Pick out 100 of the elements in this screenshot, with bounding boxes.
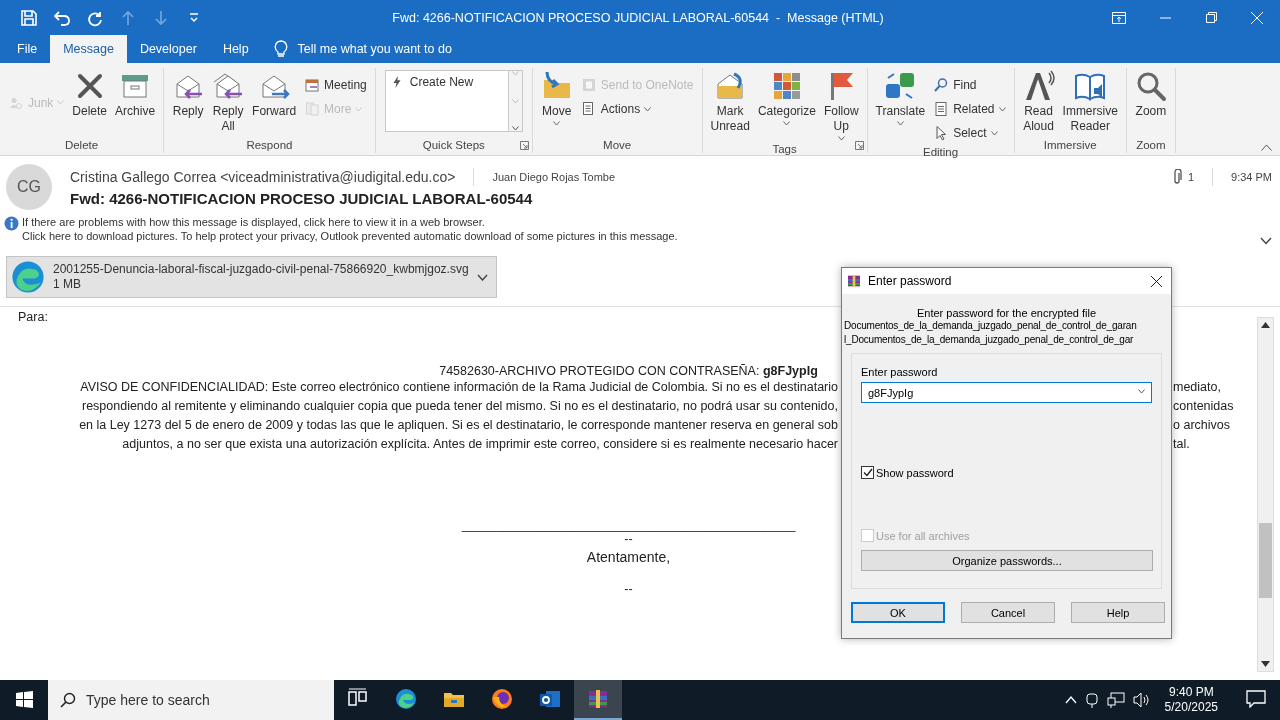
subject: Fwd: 4266-NOTIFICACION PROCESO JUDICIAL LABORAL-60544 (70, 190, 534, 209)
ribbon-button[interactable]: Delete (69, 68, 111, 137)
ribbon-button[interactable]: Mark Unread (707, 68, 753, 141)
ribbon-button[interactable]: Related (930, 98, 1009, 120)
ribbon-button[interactable]: Categorize (754, 68, 819, 141)
attachment-name: 2001255-Denuncia-laboral-fiscal-juzgado-civil-penal-75866920_kwbmjgoz.svg (53, 262, 469, 277)
ribbon-button[interactable]: Forward (249, 68, 300, 137)
ribbon-button[interactable]: Select (930, 122, 1009, 144)
scrollbar[interactable] (1257, 317, 1274, 672)
notice-text: contenidas (1173, 398, 1234, 415)
notice-text: tal. (1173, 436, 1190, 453)
caret-up-icon (1064, 696, 1077, 704)
notice-text: respondiendo al remitente y eliminando cualquier copia que pueda tener del mismo. Si no es el destinatario, no podrá usar su contenido, (81, 398, 838, 415)
organize-passwords-button[interactable]: Organize passwords... (861, 550, 1153, 571)
ribbon-button[interactable]: Follow Up (820, 68, 862, 141)
clock-date[interactable]: 5/20/2025 (1164, 700, 1218, 715)
search-field[interactable]: Type here to search (48, 680, 334, 720)
ribbon-button[interactable]: Read Aloud (1019, 68, 1058, 137)
archive-app-icon (586, 687, 610, 711)
password-note: 74582630-ARCHIVO PROTEGIDO CON CONTRASEÑA: g8FJypIg (439, 364, 818, 378)
dialog-message: Enter password for the encrypted file (915, 307, 1098, 319)
password-field[interactable]: g8FJypIg (861, 382, 1152, 403)
ribbon-tab[interactable]: Developer (126, 35, 210, 63)
quick-step-item[interactable]: Create New (389, 75, 474, 89)
browser-icon (490, 687, 514, 711)
ribbon-button[interactable]: Reply (169, 68, 208, 137)
dialog-button[interactable]: Cancel (961, 602, 1055, 623)
network-icon (1106, 692, 1125, 708)
group-label: Immersive (1042, 138, 1098, 153)
field-label: Enter password (861, 366, 939, 378)
document-icon (933, 101, 950, 117)
search-icon (933, 77, 950, 93)
chevron-down-icon (476, 273, 488, 281)
caret-icon (837, 136, 845, 141)
caret-icon (553, 121, 561, 126)
caret-icon (57, 100, 65, 105)
ribbon-button[interactable]: Find (930, 74, 1009, 96)
attachment-card[interactable]: 2001255-Denuncia-laboral-fiscal-juzgado-civil-penal-75866920_kwbmjgoz.svg 1 MB (6, 256, 497, 298)
group-label: Zoom (1135, 138, 1167, 153)
tell-me-field[interactable]: Tell me what you want to do (297, 42, 452, 56)
paperclip-icon (1171, 169, 1182, 185)
clock-time[interactable]: 9:40 PM (1168, 685, 1214, 700)
avatar: CG (6, 164, 52, 210)
group-label: Tags (771, 142, 798, 157)
scroll-down-icon (1261, 661, 1270, 667)
ribbon-button[interactable]: Actions (577, 98, 697, 120)
caret-icon (511, 126, 519, 131)
documents-icon (304, 101, 321, 117)
signature-text: ________________________________________________ (461, 518, 796, 532)
ribbon-button[interactable]: Move (537, 68, 576, 137)
checkbox[interactable]: Show password (861, 466, 1152, 479)
scroll-up-icon (1261, 322, 1270, 328)
dialog-button[interactable]: OK (851, 602, 945, 623)
save-icon (18, 7, 39, 28)
restore-icon (1205, 12, 1217, 23)
caret-icon (896, 121, 904, 126)
recipient: Juan Diego Rojas Tombe (492, 171, 616, 183)
volume-icon (1132, 692, 1151, 708)
received-time: 9:34 PM (1231, 171, 1272, 183)
ribbon-display-icon (1112, 11, 1126, 24)
close-icon (1150, 275, 1162, 287)
lightbulb-icon (273, 40, 288, 58)
notice-text: adjuntos, a no ser que exista una autorización explícita. Antes de imprimir este correo, considere si es realmente necesario hacer (122, 436, 838, 453)
info-message[interactable]: If there are problems with how this message is displayed, click here to view it in a web browser. (22, 215, 678, 229)
notice-text: o archivos (1173, 417, 1230, 434)
ribbon-button[interactable]: Translate (872, 68, 929, 144)
scroll-thumb[interactable] (1259, 523, 1272, 598)
notice-text: AVISO DE CONFIDENCIALIDAD: Este correo electrónico contiene información de la Rama Judicial de Colombia. Si no es el destinatario (80, 379, 838, 396)
ribbon-button[interactable]: Zoom (1131, 68, 1170, 137)
attachment-size: 1 MB (53, 277, 82, 292)
info-message[interactable]: Click here to download pictures. To help protect your privacy, Outlook prevented automatic download of some pictures in this message. (22, 229, 678, 243)
ribbon-tab[interactable]: Help (209, 35, 262, 63)
translate-icon (884, 70, 917, 102)
caret-icon (783, 121, 791, 126)
group-label: Editing (922, 145, 960, 160)
minimize-icon (1159, 16, 1171, 19)
taskbar-app[interactable] (574, 680, 622, 720)
dialog-button[interactable]: Help (1071, 602, 1165, 623)
ribbon-tab[interactable]: Message (50, 35, 127, 63)
signature-text: -- (624, 582, 633, 596)
ribbon-button[interactable]: Meeting (301, 74, 370, 96)
file-name: l_Documentos_de_la_demanda_juzgado_penal_de_control_de_gar (843, 333, 1135, 347)
caret-icon (511, 71, 519, 76)
window-title: Fwd: 4266-NOTIFICACION PROCESO JUDICIAL LABORAL-60544 - Message (HTML) (391, 10, 885, 25)
file-name: Documentos_de_la_demanda_juzgado_penal_de_control_de_garan (843, 319, 1138, 333)
browser-icon (11, 260, 45, 294)
check-icon (862, 468, 873, 477)
signature-text: -- (624, 532, 633, 546)
signature-text: Atentamente, (586, 548, 671, 567)
info-icon (4, 216, 19, 231)
windows-icon (15, 690, 33, 708)
close-icon (1251, 11, 1263, 24)
caret-icon (1138, 389, 1145, 394)
ribbon-button[interactable]: Reply All (209, 68, 248, 137)
group-label: Respond (245, 138, 294, 153)
ribbon-tab[interactable]: File (4, 35, 51, 63)
ribbon-button[interactable]: Immersive Reader (1059, 68, 1121, 137)
caret-icon (355, 106, 363, 112)
ribbon-button[interactable]: Archive (112, 68, 159, 137)
group-label: Move (602, 138, 633, 153)
